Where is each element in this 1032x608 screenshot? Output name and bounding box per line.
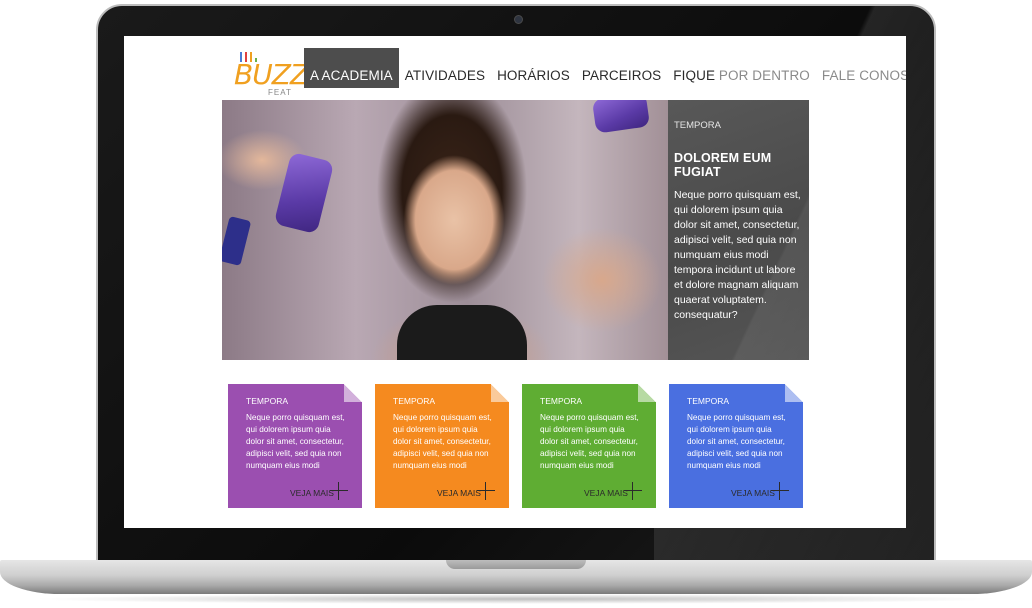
page-fold-icon [785,384,803,402]
card-kicker: TEMPORA [393,396,436,406]
plus-icon[interactable] [477,482,495,500]
logo-wordmark: BUZZ [234,58,309,91]
laptop-screen: BUZZ FEAT A ACADEMIA ATIVIDADES HORÁRIOS… [124,36,906,528]
nav-label-light: FALE CONOSCO [821,68,906,83]
hero-banner: TEMPORA DOLOREM EUM FUGIAT Neque porro q… [222,100,809,360]
nav-item-fale-conosco[interactable]: FALE CONOSCO [816,48,906,88]
laptop-shadow [30,594,1002,604]
nav-item-fique-por-dentro[interactable]: FIQUE POR DENTRO [667,48,816,88]
plus-icon[interactable] [624,482,642,500]
nav-label-main: FIQUE [673,68,719,83]
laptop-mockup: BUZZ FEAT A ACADEMIA ATIVIDADES HORÁRIOS… [0,0,1032,608]
feature-card[interactable]: TEMPORA Neque porro quisquam est, qui do… [669,384,803,508]
hero-body: Neque porro quisquam est, qui dolorem ip… [674,189,801,321]
veja-mais-link[interactable]: VEJA MAIS [437,488,481,498]
card-kicker: TEMPORA [687,396,730,406]
card-kicker: TEMPORA [246,396,289,406]
feature-card[interactable]: TEMPORA Neque porro quisquam est, qui do… [375,384,509,508]
page-fold-icon [638,384,656,402]
hero-photo [222,100,668,360]
hero-kicker: TEMPORA [674,120,721,131]
nav-item-parceiros[interactable]: PARCEIROS [576,48,667,88]
dumbbell-left-icon [273,151,335,235]
card-body: Neque porro quisquam est, qui dolorem ip… [393,413,492,470]
plus-icon[interactable] [771,482,789,500]
feature-card[interactable]: TEMPORA Neque porro quisquam est, qui do… [522,384,656,508]
veja-mais-link[interactable]: VEJA MAIS [584,488,628,498]
feature-cards: TEMPORA Neque porro quisquam est, qui do… [228,384,804,508]
veja-mais-link[interactable]: VEJA MAIS [731,488,775,498]
base-notch [446,560,586,569]
card-body: Neque porro quisquam est, qui dolorem ip… [246,413,345,470]
nav-label-light: POR DENTRO [718,68,810,83]
card-body: Neque porro quisquam est, qui dolorem ip… [687,413,786,470]
logo-subtitle: FEAT [268,88,292,97]
laptop-base [0,560,1032,594]
main-nav: A ACADEMIA ATIVIDADES HORÁRIOS PARCEIROS… [304,48,906,88]
tank-top [397,305,527,360]
nav-item-atividades[interactable]: ATIVIDADES [399,48,491,88]
hero-title[interactable]: DOLOREM EUM FUGIAT [674,151,803,179]
webcam-icon [514,15,523,24]
hero-info-panel: TEMPORA DOLOREM EUM FUGIAT Neque porro q… [668,100,809,360]
page-fold-icon [344,384,362,402]
wrist-wrap [222,216,252,266]
card-kicker: TEMPORA [540,396,583,406]
dumbbell-right-icon [591,100,651,134]
veja-mais-link[interactable]: VEJA MAIS [290,488,334,498]
plus-icon[interactable] [330,482,348,500]
feature-card[interactable]: TEMPORA Neque porro quisquam est, qui do… [228,384,362,508]
page-fold-icon [491,384,509,402]
site-logo[interactable]: BUZZ FEAT [234,52,309,98]
nav-item-horarios[interactable]: HORÁRIOS [491,48,576,88]
card-body: Neque porro quisquam est, qui dolorem ip… [540,413,639,470]
nav-item-a-academia[interactable]: A ACADEMIA [304,48,399,88]
